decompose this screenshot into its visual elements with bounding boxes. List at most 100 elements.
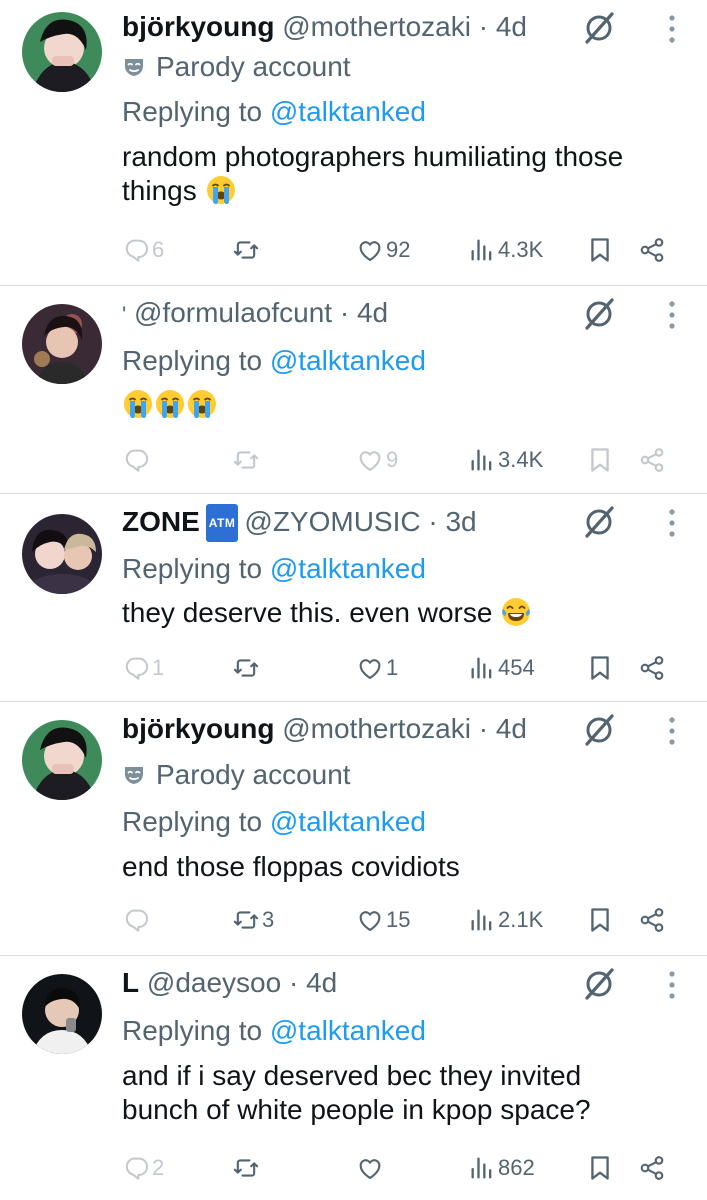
handle[interactable]: @mothertozaki [282, 11, 471, 42]
share-button[interactable] [638, 1148, 666, 1188]
reply-button[interactable]: 2 [122, 1148, 164, 1188]
bookmark-button[interactable] [586, 648, 614, 688]
views-button[interactable]: 2.1K [468, 900, 543, 940]
parody-text: Parody account [156, 51, 351, 82]
replying-prefix: Replying to [122, 1015, 263, 1046]
share-button[interactable] [638, 900, 666, 940]
reply-count: 2 [152, 1155, 165, 1180]
like-button[interactable]: 15 [356, 900, 410, 940]
display-name[interactable]: björkyoung [122, 11, 274, 42]
reply-icon [122, 446, 150, 474]
tweet-text: and if i say deserved bec they invited b… [122, 1059, 687, 1127]
display-name[interactable]: ' [122, 302, 126, 327]
tweet-text-line: they deserve this. even worse [122, 597, 493, 628]
repost-button[interactable] [232, 440, 262, 480]
reply-button[interactable] [122, 900, 152, 940]
display-name[interactable]: L [122, 967, 139, 998]
handle[interactable]: @daeysoo [147, 967, 281, 998]
views-button[interactable]: 862 [468, 1148, 535, 1188]
mention-link[interactable]: @talktanked [270, 806, 426, 837]
mention-link[interactable]: @talktanked [270, 553, 426, 584]
grok-icon[interactable] [581, 296, 617, 332]
bookmark-button[interactable] [586, 440, 614, 480]
more-icon[interactable] [667, 970, 677, 1000]
avatar[interactable] [22, 720, 102, 800]
timestamp[interactable]: 3d [445, 506, 476, 537]
grok-icon[interactable] [581, 10, 617, 46]
share-button[interactable] [638, 230, 666, 270]
like-count: 15 [386, 907, 411, 932]
more-icon[interactable] [667, 508, 677, 538]
handle[interactable]: @mothertozaki [282, 713, 471, 744]
like-button[interactable]: 92 [356, 230, 410, 270]
bookmark-icon [586, 236, 614, 264]
reply-icon [122, 1154, 150, 1182]
share-icon [638, 1154, 666, 1182]
handle[interactable]: @formulaofcunt [134, 297, 332, 328]
tweet-text-line: random photographers humiliating those [122, 141, 624, 172]
repost-button[interactable] [232, 648, 262, 688]
more-icon[interactable] [667, 716, 677, 746]
like-button[interactable] [356, 1148, 386, 1188]
repost-button[interactable] [232, 1148, 262, 1188]
bookmark-button[interactable] [586, 1148, 614, 1188]
separator: · [339, 297, 350, 328]
repost-icon [232, 906, 260, 934]
grok-icon[interactable] [581, 712, 617, 748]
separator: · [428, 506, 438, 537]
timestamp[interactable]: 4d [496, 713, 527, 744]
more-icon[interactable] [667, 300, 677, 330]
handle[interactable]: @ZYOMUSIC [244, 506, 420, 537]
reply-count: 1 [152, 655, 165, 680]
views-icon [468, 906, 496, 934]
repost-button[interactable]: 3 [232, 900, 274, 940]
tweet[interactable]: björkyoung @mothertozaki · 4d Parody acc… [0, 702, 707, 956]
more-icon[interactable] [667, 14, 677, 44]
timestamp[interactable]: 4d [496, 11, 527, 42]
reply-button[interactable] [122, 440, 152, 480]
share-button[interactable] [638, 648, 666, 688]
bookmark-button[interactable] [586, 900, 614, 940]
views-button[interactable]: 454 [468, 648, 535, 688]
display-name[interactable]: björkyoung [122, 713, 274, 744]
tweet[interactable]: ZONE ATM @ZYOMUSIC · 3d Replying to @talkt… [0, 494, 707, 702]
repost-button[interactable] [232, 230, 262, 270]
view-count: 454 [498, 655, 535, 680]
like-count: 9 [386, 447, 399, 472]
bookmark-icon [586, 654, 614, 682]
display-name[interactable]: ZONE [122, 506, 200, 537]
reply-button[interactable]: 1 [122, 648, 164, 688]
like-button[interactable]: 9 [356, 440, 398, 480]
timestamp[interactable]: 4d [357, 297, 388, 328]
mention-link[interactable]: @talktanked [270, 345, 426, 376]
avatar[interactable] [22, 974, 102, 1054]
like-icon [356, 906, 384, 934]
views-icon [468, 1154, 496, 1182]
tweet-header: björkyoung @mothertozaki · 4d [122, 712, 597, 746]
timestamp[interactable]: 4d [306, 967, 337, 998]
tweet-text: random photographers humiliating those t… [122, 140, 687, 208]
tweet[interactable]: ' @formulaofcunt · 4d Replying to @talkt… [0, 286, 707, 494]
view-count: 4.3K [498, 237, 544, 262]
share-icon [638, 906, 666, 934]
bookmark-button[interactable] [586, 230, 614, 270]
share-button[interactable] [638, 440, 666, 480]
views-button[interactable]: 3.4K [468, 440, 543, 480]
view-count: 3.4K [498, 447, 544, 472]
replying-prefix: Replying to [122, 345, 263, 376]
views-button[interactable]: 4.3K [468, 230, 543, 270]
share-icon [638, 654, 666, 682]
separator: · [478, 713, 489, 744]
mention-link[interactable]: @talktanked [270, 1015, 426, 1046]
tweet-header: ZONE ATM @ZYOMUSIC · 3d [122, 504, 597, 542]
tweet[interactable]: björkyoung @mothertozaki · 4d Parody acc… [0, 0, 707, 286]
grok-icon[interactable] [581, 504, 617, 540]
grok-icon[interactable] [581, 966, 617, 1002]
tweet[interactable]: L @daeysoo · 4d Replying to @talktanked … [0, 956, 707, 1200]
mention-link[interactable]: @talktanked [270, 96, 426, 127]
avatar[interactable] [22, 304, 102, 384]
avatar[interactable] [22, 514, 102, 594]
avatar[interactable] [22, 12, 102, 92]
like-button[interactable]: 1 [356, 648, 398, 688]
reply-button[interactable]: 6 [122, 230, 164, 270]
